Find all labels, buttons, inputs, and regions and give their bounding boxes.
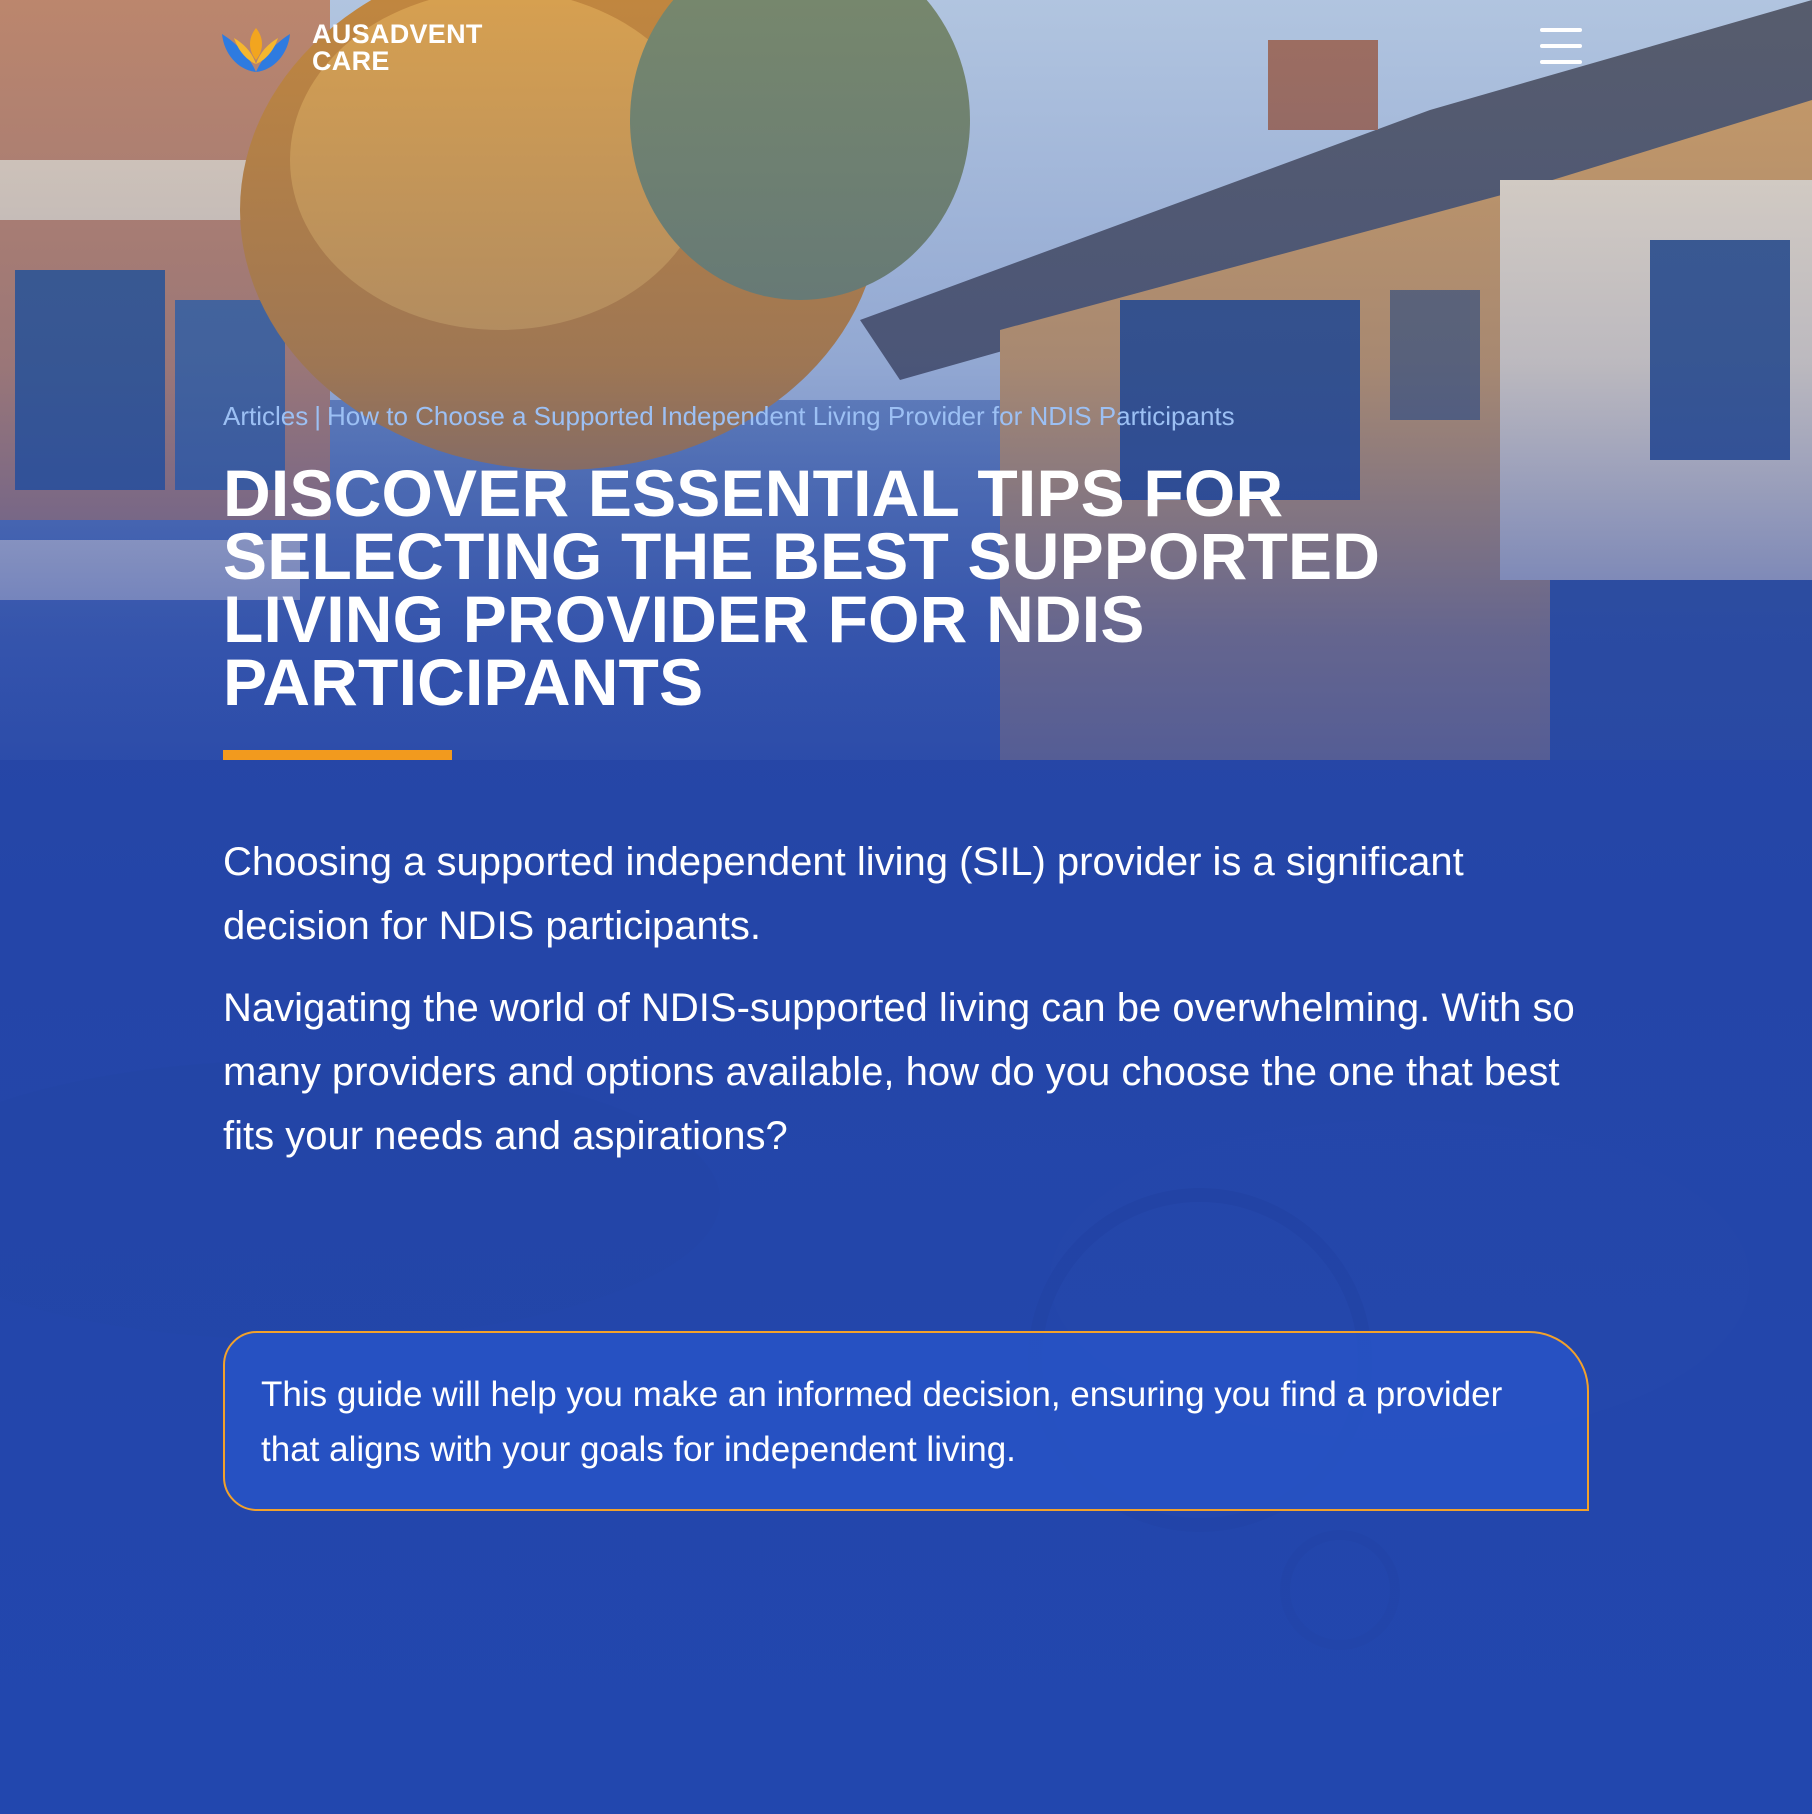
site-header: AUSADVENT CARE <box>0 0 1812 100</box>
callout-text: This guide will help you make an informe… <box>261 1375 1503 1469</box>
intro-paragraph-1: Choosing a supported independent living … <box>223 840 1464 948</box>
menu-bar-bottom <box>1540 60 1582 64</box>
menu-bar-middle <box>1540 44 1582 48</box>
page-title: DISCOVER ESSENTIAL TIPS FOR SELECTING TH… <box>223 456 1381 719</box>
menu-bar-top <box>1540 28 1582 32</box>
lotus-logo-icon <box>222 28 290 72</box>
article-hero-content: Articles | How to Choose a Supported Indep… <box>223 396 1593 1186</box>
hamburger-menu-icon[interactable] <box>1540 28 1584 64</box>
site-logo[interactable]: AUSADVENT CARE <box>218 20 483 76</box>
breadcrumb-link-articles[interactable]: Articles <box>223 401 308 431</box>
logo-wordmark: AUSADVENT CARE <box>312 21 483 75</box>
intro-text: Choosing a supported independent living … <box>223 830 1603 1168</box>
intro-paragraph-2: Navigating the world of NDIS-supported l… <box>223 986 1575 1158</box>
title-accent-underline <box>223 750 452 760</box>
breadcrumb: Articles | How to Choose a Supported Indep… <box>223 396 1593 436</box>
logo-line-2: CARE <box>312 46 390 76</box>
breadcrumb-separator: | <box>314 401 322 431</box>
breadcrumb-current-page[interactable]: How to Choose a Supported Independent Li… <box>327 401 1235 431</box>
logo-line-1: AUSADVENT <box>312 19 483 49</box>
guide-callout-box: This guide will help you make an informe… <box>223 1331 1589 1511</box>
